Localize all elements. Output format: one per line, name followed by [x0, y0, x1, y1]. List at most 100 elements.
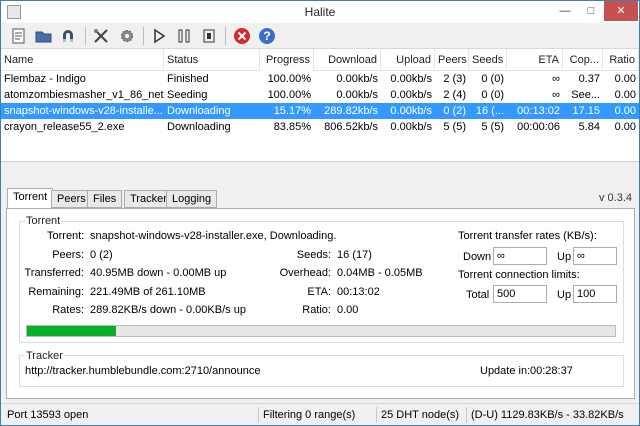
row-status: Seeding — [167, 89, 208, 101]
row-progress: 100.00% — [267, 73, 311, 85]
row-name: snapshot-windows-v28-installe... — [4, 105, 163, 117]
row-download: 806.52kb/s — [324, 121, 378, 133]
row-seeds: 16 (... — [475, 105, 504, 117]
torrent-row-selected[interactable]: snapshot-windows-v28-installe... Downloa… — [1, 103, 639, 119]
seeds-value: 16 (17) — [337, 249, 372, 261]
row-upload: 0.00kb/s — [390, 121, 432, 133]
tracker-group-label: Tracker — [25, 350, 64, 362]
status-dht: 25 DHT node(s) — [376, 407, 466, 423]
column-header-name[interactable]: Name — [1, 49, 164, 71]
overhead-label: Overhead: — [279, 267, 331, 279]
minimize-button[interactable]: — — [552, 1, 578, 21]
row-eta: 00:00:06 — [517, 121, 560, 133]
up-rate-label: Up — [557, 251, 572, 263]
title-bar: Halite — □ ✕ — [1, 1, 639, 23]
ratio-value: 0.00 — [337, 304, 359, 316]
tab-torrent[interactable]: Torrent — [7, 188, 54, 209]
total-connections-label: Total — [466, 289, 490, 301]
ratio-label: Ratio: — [302, 304, 331, 316]
version-label: v 0.3.4 — [599, 192, 633, 204]
row-peers: 2 (3) — [443, 73, 466, 85]
status-port: Port 13593 open — [7, 409, 89, 421]
row-peers: 0 (2) — [443, 105, 466, 117]
column-header-progress[interactable]: Progress — [260, 49, 314, 71]
row-eta: ∞ — [552, 73, 560, 85]
eta-value: 00:13:02 — [337, 286, 380, 298]
row-ratio: 0.00 — [614, 105, 636, 117]
row-upload: 0.00kb/s — [390, 73, 432, 85]
up-rate-field[interactable]: ∞ — [573, 247, 617, 265]
torrent-group-label: Torrent — [25, 215, 62, 227]
torrent-row[interactable]: Flembaz - Indigo Finished 100.00% 0.00kb… — [1, 71, 639, 87]
remaining-label: Remaining: — [28, 286, 84, 298]
row-copies: 17.15 — [572, 105, 600, 117]
row-progress: 100.00% — [267, 89, 311, 101]
total-connections-field[interactable]: 500 — [493, 285, 547, 303]
column-header-ratio[interactable]: Ratio — [603, 49, 639, 71]
update-in-value: 00:28:37 — [530, 365, 573, 377]
row-download: 0.00kb/s — [336, 89, 378, 101]
rates-label: Rates: — [52, 304, 84, 316]
up-connections-field[interactable]: 100 — [573, 285, 617, 303]
torrent-list: Name Status Progress Download Upload Pee… — [1, 49, 639, 161]
tab-logging[interactable]: Logging — [166, 190, 218, 208]
splitter[interactable] — [1, 161, 639, 165]
row-copies: 5.84 — [578, 121, 600, 133]
torrent-row[interactable]: atomzombiesmasher_v1_86_net... Seeding 1… — [1, 87, 639, 103]
open-torrent-icon[interactable] — [9, 26, 29, 46]
gear-icon[interactable] — [117, 26, 137, 46]
magnet-icon[interactable] — [58, 26, 78, 46]
up-connections-label: Up — [557, 289, 572, 301]
row-upload: 0.00kb/s — [390, 89, 432, 101]
row-name: crayon_release55_2.exe — [4, 121, 125, 133]
down-rate-label: Down — [463, 251, 492, 263]
close-button[interactable]: ✕ — [604, 1, 638, 21]
row-download: 289.82kb/s — [324, 105, 378, 117]
torrent-row[interactable]: crayon_release55_2.exe Downloading 83.85… — [1, 119, 639, 135]
torrent-label: Torrent: — [47, 230, 85, 242]
connection-limits-title: Torrent connection limits: — [458, 269, 580, 281]
row-eta: ∞ — [552, 89, 560, 101]
column-header-peers[interactable]: Peers — [435, 49, 469, 71]
column-header-upload[interactable]: Upload — [381, 49, 435, 71]
list-header: Name Status Progress Download Upload Pee… — [1, 49, 639, 71]
stop-icon[interactable] — [199, 26, 219, 46]
halite-window: Halite — □ ✕ ? Name Status Progress Down… — [0, 0, 640, 426]
window-title: Halite — [304, 5, 336, 19]
status-rates: (D-U) 1129.83KB/s - 33.82KB/s — [466, 407, 638, 423]
row-status: Finished — [167, 73, 209, 85]
torrent-value: snapshot-windows-v28-installer.exe, Down… — [90, 230, 337, 242]
seeds-label: Seeds: — [296, 249, 331, 261]
transferred-label: Transferred: — [24, 267, 84, 279]
column-header-seeds[interactable]: Seeds — [469, 49, 507, 71]
maximize-button[interactable]: □ — [578, 1, 604, 21]
rates-value: 289.82KB/s down - 0.00KB/s up — [90, 304, 246, 316]
update-in-label: Update in: — [480, 365, 531, 377]
settings-icon[interactable] — [91, 26, 111, 46]
tab-peers[interactable]: Peers — [51, 190, 92, 208]
row-ratio: 0.00 — [614, 73, 636, 85]
row-status: Downloading — [167, 105, 231, 117]
overhead-value: 0.04MB - 0.05MB — [337, 267, 423, 279]
row-seeds: 0 (0) — [481, 89, 504, 101]
down-rate-field[interactable]: ∞ — [493, 247, 547, 265]
row-ratio: 0.00 — [614, 121, 636, 133]
row-peers: 5 (5) — [443, 121, 466, 133]
row-progress: 15.17% — [273, 105, 311, 117]
remove-icon[interactable] — [232, 26, 252, 46]
column-header-eta[interactable]: ETA — [507, 49, 563, 71]
row-upload: 0.00kb/s — [390, 105, 432, 117]
column-header-download[interactable]: Download — [314, 49, 381, 71]
column-header-status[interactable]: Status — [164, 49, 260, 71]
help-icon[interactable]: ? — [257, 26, 277, 46]
row-name: atomzombiesmasher_v1_86_net... — [4, 89, 164, 101]
tab-files[interactable]: Files — [87, 190, 123, 208]
open-folder-icon[interactable] — [34, 26, 54, 46]
play-icon[interactable] — [149, 26, 169, 46]
row-copies: 0.37 — [578, 73, 600, 85]
row-progress: 83.85% — [273, 121, 311, 133]
row-download: 0.00kb/s — [336, 73, 378, 85]
peers-value: 0 (2) — [90, 249, 113, 261]
column-header-copies[interactable]: Cop... — [563, 49, 603, 71]
pause-icon[interactable] — [174, 26, 194, 46]
